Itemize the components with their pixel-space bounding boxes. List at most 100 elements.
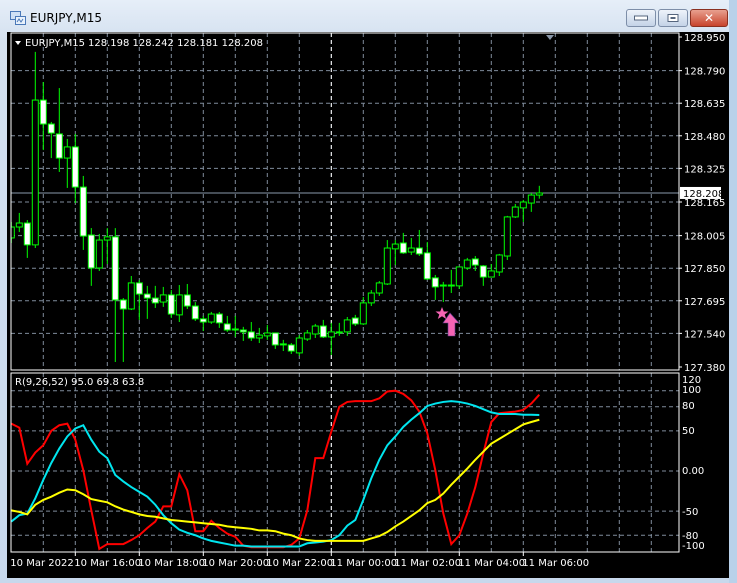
candle-body [159, 294, 167, 303]
candle-body [319, 325, 327, 338]
price-label: 128.790 [684, 67, 725, 78]
candle-body [439, 284, 447, 287]
candle [455, 266, 463, 290]
candle-body [303, 332, 311, 340]
candle-body [423, 252, 431, 280]
candle-body [343, 319, 351, 333]
candle-body [375, 282, 383, 294]
price-label: 128.005 [684, 232, 725, 243]
price-label: 127.380 [684, 363, 725, 374]
candle-body [143, 293, 151, 299]
time-label: 11 Mar 06:00 [522, 558, 589, 569]
candle-body [207, 313, 215, 323]
indicator-scale-label: 100 [682, 385, 701, 396]
candle [295, 335, 303, 356]
candle-body [359, 302, 367, 325]
indicator-scale-label: 50 [682, 426, 695, 437]
current-price-label: 128.208 [683, 189, 724, 200]
candle-body [55, 133, 63, 159]
candle-body [39, 99, 47, 125]
chart-canvas[interactable]: 128.950 128.790 128.635 128.480 128.325 128.1… [0, 0, 737, 583]
candle-body [31, 99, 39, 246]
candle-body [255, 334, 263, 339]
time-label: 11 Mar 00:00 [330, 558, 397, 569]
candle-body [383, 247, 391, 285]
candle-body [183, 294, 191, 307]
indicator-scale-label: -50 [682, 507, 698, 518]
candle [503, 215, 511, 261]
candle-body [23, 222, 31, 246]
time-label: 10 Mar 2022 [10, 558, 73, 569]
candle-body [287, 344, 295, 352]
candle-body [15, 222, 23, 228]
candle-body [247, 331, 255, 339]
candle [463, 257, 471, 270]
candle-body [391, 243, 399, 250]
candle-body [503, 216, 511, 257]
candle-body [455, 266, 463, 287]
time-label: 11 Mar 04:00 [458, 558, 525, 569]
price-label: 128.635 [684, 99, 725, 110]
indicator-label: R(9,26,52) 95.0 69.8 63.8 [15, 377, 144, 388]
candle-body [407, 247, 415, 253]
candle-body [191, 305, 199, 320]
candle [207, 311, 215, 324]
candle-body [79, 186, 87, 237]
time-label: 10 Mar 16:00 [74, 558, 141, 569]
candle-body [327, 331, 335, 338]
price-label: 127.695 [684, 297, 725, 308]
candle-body [111, 236, 119, 301]
candle-body [447, 284, 455, 287]
ohlc-readout: 128.198 128.242 128.181 128.208 [88, 38, 263, 49]
time-label: 10 Mar 18:00 [138, 558, 205, 569]
candle-body [231, 328, 239, 331]
candle-body [295, 337, 303, 354]
candle-body [175, 294, 183, 316]
candle-body [223, 323, 231, 331]
candle-body [271, 332, 279, 346]
price-label: 128.480 [684, 132, 725, 143]
candle-body [511, 206, 519, 218]
candle-body [479, 265, 487, 278]
candle-body [527, 194, 535, 204]
candle-body [487, 270, 495, 278]
indicator-scale-label: 0.00 [682, 466, 704, 477]
candle-body [119, 299, 127, 310]
candle-body [103, 236, 111, 241]
candle-body [63, 146, 71, 159]
indicator-scale-label: -100 [682, 541, 705, 552]
candle-body [47, 123, 55, 134]
candle-body [311, 325, 319, 335]
candle-body [415, 247, 423, 255]
candle-body [87, 234, 95, 269]
candle-body [199, 318, 207, 323]
candle-body [367, 292, 375, 304]
time-label: 11 Mar 02:00 [394, 558, 461, 569]
price-label: 128.325 [684, 164, 725, 175]
price-label: 128.950 [684, 33, 725, 44]
candle-body [95, 239, 103, 269]
candle-body [71, 146, 79, 188]
candle-body [215, 313, 223, 324]
time-label: 10 Mar 20:00 [202, 558, 269, 569]
candle-body [335, 331, 343, 334]
candle-body [495, 254, 503, 273]
candle-body [279, 343, 287, 346]
candle-body [135, 282, 143, 295]
candle-body [471, 258, 479, 266]
candle-body [351, 317, 359, 325]
indicator-scale-label: 80 [682, 401, 695, 412]
candle-body [535, 192, 543, 196]
candle-body [519, 201, 527, 209]
price-label: 127.850 [684, 264, 725, 275]
candle-body [167, 294, 175, 315]
price-label: 127.540 [684, 329, 725, 340]
candle-body [463, 259, 471, 269]
candle-body [263, 332, 271, 337]
candle-body [151, 297, 159, 304]
candle-body [239, 329, 247, 333]
candle-body [431, 277, 439, 288]
candle-body [127, 282, 135, 310]
symbol-label: EURJPY,M15 [25, 38, 85, 49]
candle-body [399, 242, 407, 254]
